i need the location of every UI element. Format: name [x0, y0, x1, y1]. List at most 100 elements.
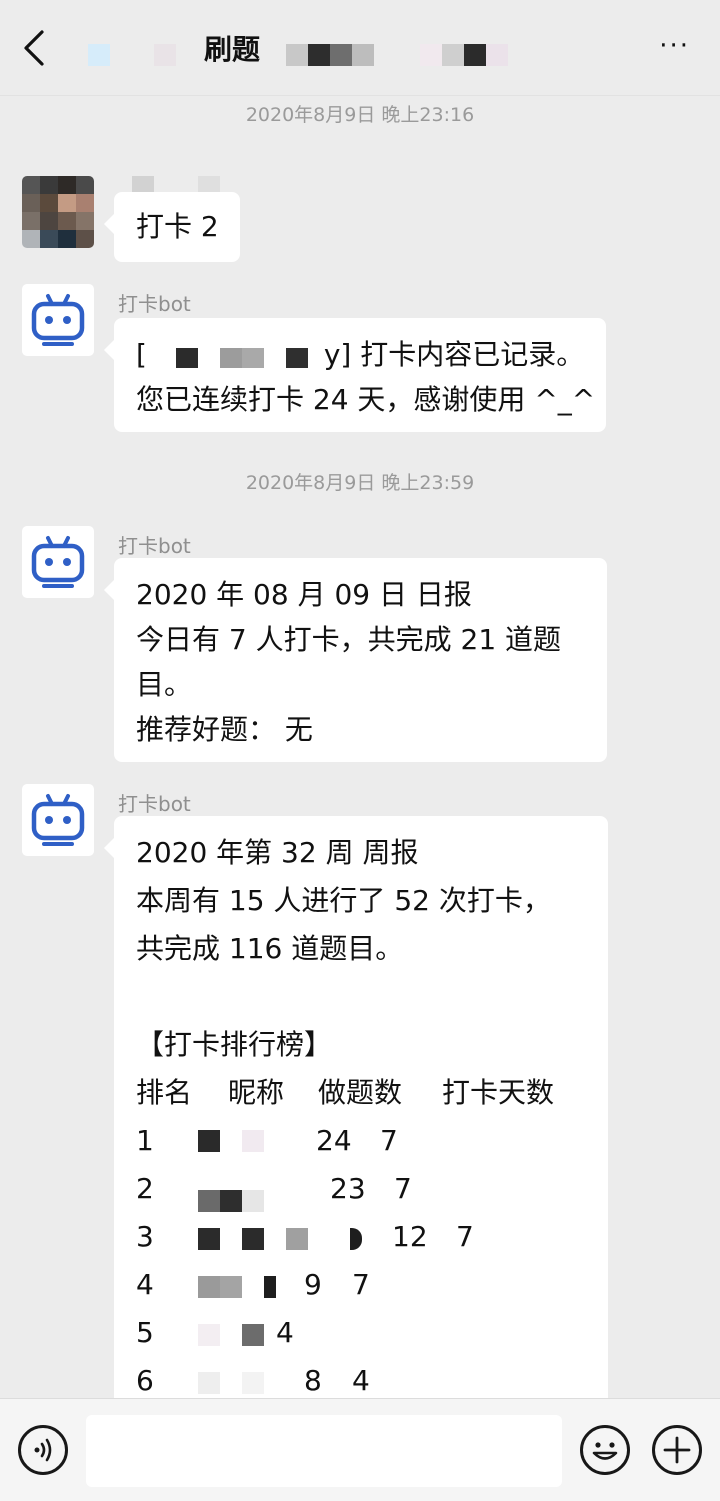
robot-icon — [31, 794, 85, 846]
days-value: 7 — [380, 1124, 398, 1157]
redacted-nickname — [350, 1228, 362, 1250]
blurred-title-part — [464, 44, 486, 66]
count-value: 12 — [392, 1220, 428, 1253]
message-text: 推荐好题： 无 — [136, 713, 313, 746]
days-value: 7 — [456, 1220, 474, 1253]
header-rank: 排名 — [136, 1076, 193, 1109]
redacted-nickname — [286, 1228, 308, 1250]
header-nickname: 昵称 — [228, 1076, 285, 1109]
more-dots-icon: ··· — [659, 31, 690, 61]
message-bubble[interactable]: 2020 年第 32 周 周报 本周有 15 人进行了 52 次打卡， 共完成 … — [104, 816, 608, 1400]
message-input[interactable] — [86, 1415, 562, 1487]
blurred-title-part — [154, 44, 176, 66]
header-days: 打卡天数 — [442, 1076, 555, 1109]
emoji-icon — [592, 1442, 618, 1460]
blurred-title-part — [88, 44, 110, 66]
rank-value: 6 — [136, 1364, 154, 1397]
voice-button[interactable] — [18, 1425, 68, 1475]
message-text: 打卡 2 — [136, 210, 219, 243]
message-text: 2020 年 08 月 09 日 日报 — [136, 578, 472, 611]
redacted-nickname — [242, 1372, 264, 1394]
leaderboard-row: 3 12 7 — [136, 1214, 608, 1262]
blurred-title-part — [286, 44, 308, 66]
leaderboard-row: 1 24 7 — [136, 1118, 608, 1166]
days-value: 7 — [394, 1172, 412, 1205]
redacted-nickname — [242, 1228, 264, 1250]
more-button[interactable]: ··· — [659, 33, 690, 59]
redacted-nickname — [242, 1130, 264, 1152]
message-bubble[interactable]: 2020 年 08 月 09 日 日报 今日有 7 人打卡，共完成 21 道题 … — [104, 558, 607, 762]
count-value: 23 — [330, 1172, 366, 1205]
message-text: 本周有 15 人进行了 52 次打卡， — [136, 884, 551, 917]
rank-value: 2 — [136, 1172, 154, 1205]
redacted-nickname — [198, 1130, 220, 1152]
redacted-nickname — [198, 1276, 220, 1298]
message-text: 目。 — [136, 668, 193, 701]
sender-name: 打卡bot — [118, 292, 191, 316]
message-line: [ y] 打卡内容已记录。 — [136, 332, 606, 377]
bot-avatar[interactable] — [22, 284, 94, 356]
blurred-title-part — [308, 44, 330, 66]
plus-button[interactable] — [652, 1425, 702, 1475]
redacted-nickname — [220, 1276, 242, 1298]
rank-value: 5 — [136, 1316, 154, 1349]
rank-value: 4 — [136, 1268, 154, 1301]
leaderboard-title: 【打卡排行榜】 — [136, 1028, 333, 1061]
redacted-nickname — [198, 1228, 220, 1250]
redacted-nickname — [242, 1324, 264, 1346]
redacted-nickname — [198, 1190, 220, 1212]
bot-avatar[interactable] — [22, 784, 94, 856]
leaderboard-row: 2 23 7 — [136, 1166, 608, 1214]
leaderboard-header: 排名 昵称 做题数 打卡天数 — [136, 1070, 608, 1118]
timestamp: 2020年8月9日 晚上23:16 — [245, 104, 475, 126]
emoji-button[interactable] — [580, 1425, 630, 1475]
back-arrow-icon — [24, 30, 44, 66]
input-bar — [0, 1398, 720, 1501]
message-bubble[interactable]: [ y] 打卡内容已记录。 您已连续打卡 24 天，感谢使用 ^_^ — [104, 318, 606, 432]
leaderboard-row: 4 9 7 — [136, 1262, 608, 1310]
blurred-sender-name — [132, 176, 154, 192]
robot-icon — [31, 294, 85, 346]
blurred-title-part — [442, 44, 464, 66]
message-text: y] 打卡内容已记录。 — [323, 338, 585, 371]
bot-avatar[interactable] — [22, 526, 94, 598]
message-text: 今日有 7 人打卡，共完成 21 道题 — [136, 623, 562, 656]
timestamp: 2020年8月9日 晚上23:59 — [245, 472, 475, 494]
rank-value: 1 — [136, 1124, 154, 1157]
sender-name: 打卡bot — [118, 534, 191, 558]
message-text: [ — [136, 338, 147, 371]
days-value: 4 — [276, 1316, 294, 1349]
voice-icon — [34, 1438, 52, 1462]
redacted-nickname — [242, 1190, 264, 1212]
header-count: 做题数 — [318, 1076, 403, 1109]
redacted-nickname — [264, 1276, 276, 1298]
blurred-title-part — [330, 44, 352, 66]
days-value: 4 — [352, 1364, 370, 1397]
leaderboard-row: 5 4 — [136, 1310, 608, 1358]
message-text: 共完成 116 道题目。 — [136, 932, 404, 965]
plus-icon — [663, 1436, 691, 1464]
redacted-nickname — [220, 1190, 242, 1212]
redacted-nickname — [198, 1372, 220, 1394]
count-value: 8 — [304, 1364, 322, 1397]
message-bubble[interactable]: 打卡 2 — [104, 192, 240, 262]
chat-title-area: 刷题 — [70, 20, 630, 76]
back-button[interactable] — [18, 26, 58, 70]
robot-icon — [31, 536, 85, 588]
count-value: 9 — [304, 1268, 322, 1301]
chat-header: 刷题 ··· — [0, 0, 720, 96]
days-value: 7 — [352, 1268, 370, 1301]
blurred-title-part — [486, 44, 508, 66]
message-text: 您已连续打卡 24 天，感谢使用 ^_^ — [136, 383, 596, 416]
count-value: 24 — [316, 1124, 352, 1157]
user-avatar[interactable] — [22, 176, 94, 248]
redacted-name — [156, 344, 324, 368]
blurred-sender-name — [198, 176, 220, 192]
redacted-nickname — [198, 1324, 220, 1346]
rank-value: 3 — [136, 1220, 154, 1253]
blurred-title-part — [352, 44, 374, 66]
message-text: 2020 年第 32 周 周报 — [136, 836, 419, 869]
sender-name: 打卡bot — [118, 792, 191, 816]
chat-title: 刷题 — [204, 33, 261, 66]
